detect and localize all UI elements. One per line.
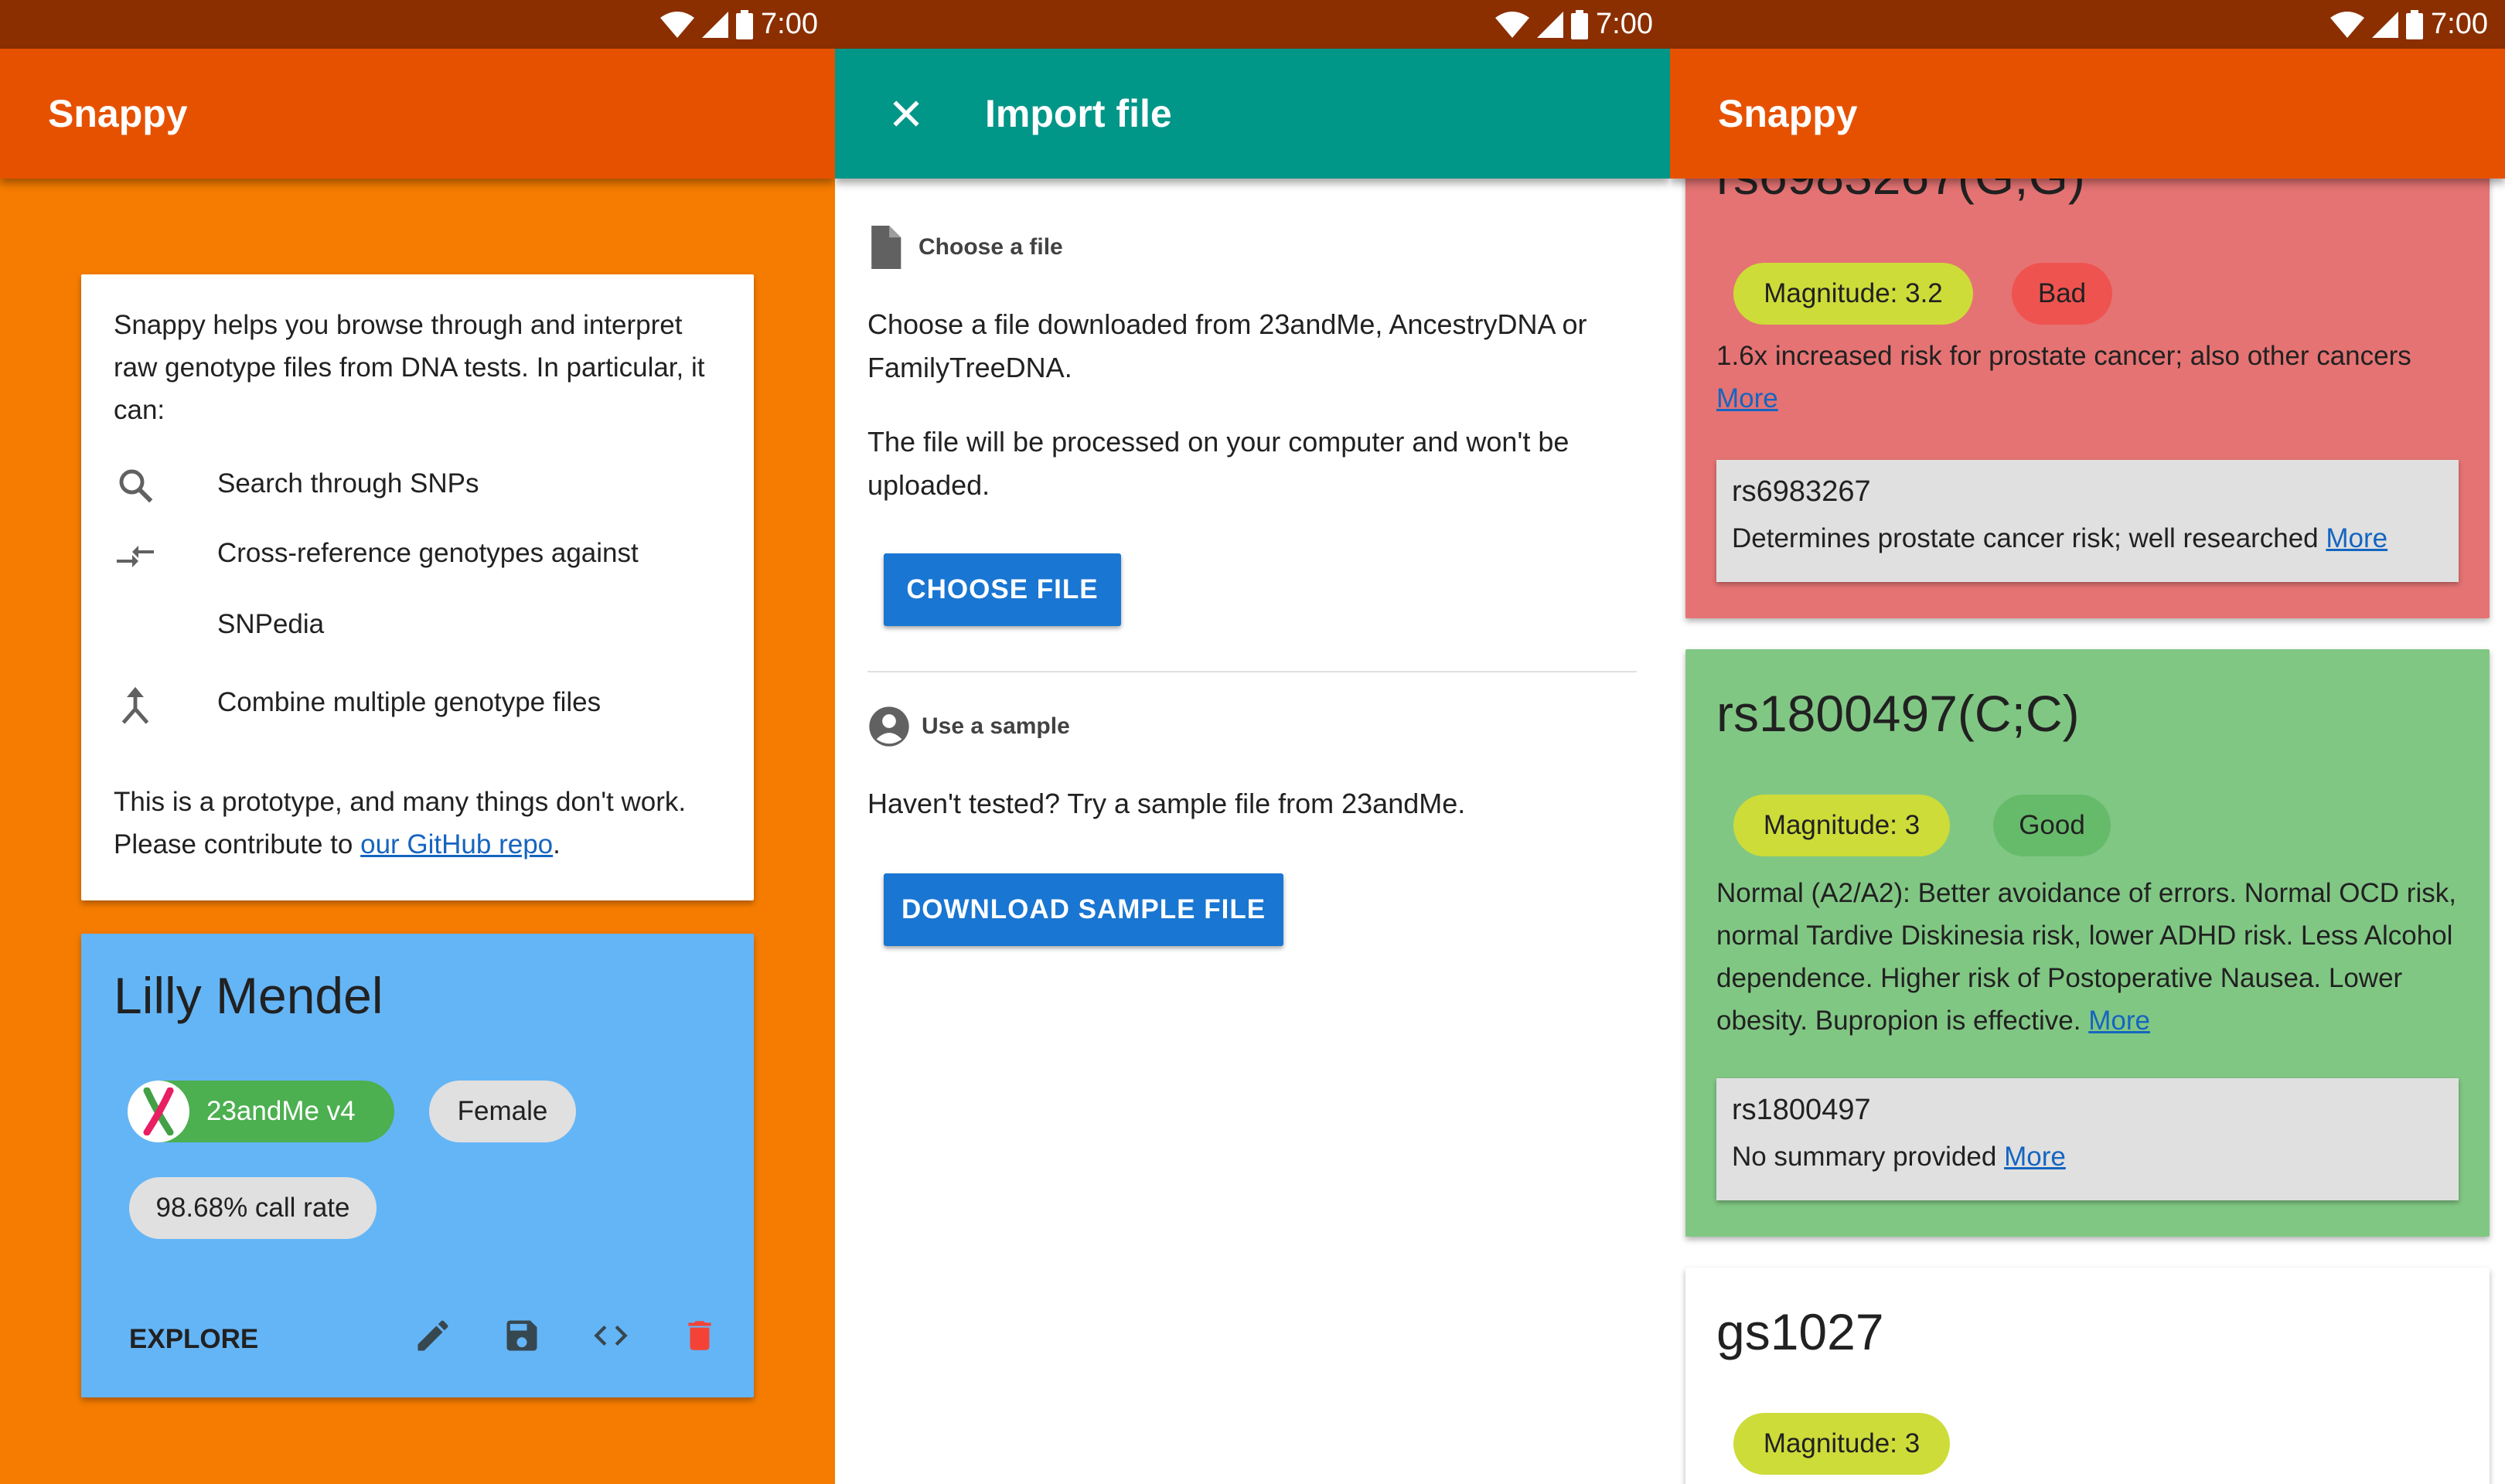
snpedia-subcard[interactable]: rs1800497 No summary provided More [1716, 1078, 2459, 1200]
sub-snp-text: No summary provided More [1732, 1142, 2066, 1173]
divider [867, 671, 1637, 672]
snp-summary-text: 1.6x increased risk for prostate cancer;… [1716, 341, 2411, 371]
use-sample-heading-label: Use a sample [922, 713, 1070, 739]
snp-summary-text: Normal (A2/A2): Better avoidance of erro… [1716, 878, 2456, 1036]
sub-snp-id: rs6983267 [1732, 475, 1871, 508]
magnitude-pill: Magnitude: 3 [1733, 1413, 1950, 1475]
app-bar: Snappy [1670, 49, 2505, 179]
compare-arrows-icon [112, 533, 158, 580]
use-sample-heading: Use a sample [867, 705, 1070, 748]
dialog-title: Import file [985, 92, 1172, 135]
sample-text: Haven't tested? Try a sample file from 2… [867, 788, 1466, 819]
status-bar: 7:00 [835, 0, 1670, 49]
home-screen: 7:00 Snappy Snappy helps you browse thro… [0, 0, 835, 1484]
save-icon[interactable] [495, 1309, 549, 1363]
snp-card[interactable]: rs1800497(C;C) Magnitude: 3 Good Normal … [1685, 649, 2490, 1237]
magnitude-pill: Magnitude: 3.2 [1733, 263, 1973, 325]
app-title: Snappy [1718, 92, 1858, 135]
23andme-logo-icon [128, 1081, 189, 1142]
more-link[interactable]: More [2004, 1142, 2066, 1172]
profile-name: Lilly Mendel [114, 967, 383, 1024]
feature-label: Cross-reference genotypes against [217, 538, 639, 568]
snp-summary: Normal (A2/A2): Better avoidance of erro… [1716, 872, 2478, 1042]
file-icon [871, 226, 901, 269]
status-bar: 7:00 [1670, 0, 2505, 49]
close-icon[interactable] [883, 90, 929, 137]
sub-snp-text: Determines prostate cancer risk; well re… [1732, 523, 2387, 554]
battery-icon [2406, 9, 2424, 39]
snpedia-subcard[interactable]: rs6983267 Determines prostate cancer ris… [1716, 460, 2459, 582]
merge-icon [112, 682, 158, 729]
intro-card: Snappy helps you browse through and inte… [81, 274, 754, 900]
signal-icon [1537, 11, 1564, 38]
snp-summary: 1.6x increased risk for prostate cancer;… [1716, 335, 2474, 420]
source-chip[interactable]: 23andMe v4 [128, 1081, 394, 1142]
call-rate-chip[interactable]: 98.68% call rate [129, 1177, 377, 1239]
processing-note: The file will be processed on your compu… [867, 426, 1569, 501]
source-chip-label: 23andMe v4 [206, 1096, 356, 1126]
sub-snp-summary: No summary provided [1732, 1142, 1997, 1172]
account-circle-icon [869, 706, 909, 747]
edit-icon[interactable] [406, 1309, 460, 1363]
profile-card: Lilly Mendel 23andMe v4 Female 98.68% ca… [81, 934, 754, 1397]
app-bar: Snappy [0, 49, 835, 179]
feature-combine: Combine multiple genotype files [112, 682, 731, 729]
feature-label: Combine multiple genotype files [217, 687, 602, 717]
sub-snp-summary: Determines prostate cancer risk; well re… [1732, 523, 2319, 553]
battery-icon [736, 9, 754, 39]
verdict-pill: Bad [2012, 263, 2112, 325]
app-title: Snappy [48, 92, 188, 135]
more-link[interactable]: More [2088, 1006, 2150, 1036]
search-icon [112, 462, 158, 509]
github-link[interactable]: our GitHub repo [360, 829, 553, 859]
download-sample-button[interactable]: DOWNLOAD SAMPLE FILE [884, 873, 1283, 946]
sex-chip[interactable]: Female [429, 1081, 576, 1142]
import-screen: 7:00 Import file Choose a file Choose a … [835, 0, 1670, 1484]
intro-text: Snappy helps you browse through and inte… [114, 310, 705, 425]
sub-snp-id: rs1800497 [1732, 1094, 1871, 1126]
snp-title: gs1027 [1716, 1303, 1884, 1360]
feature-search: Search through SNPs [112, 462, 731, 509]
more-link[interactable]: More [1716, 383, 1778, 414]
signal-icon [2372, 11, 2399, 38]
footer-text: This is a prototype, and many things don… [114, 787, 687, 817]
wifi-icon [2330, 11, 2365, 38]
wifi-icon [660, 11, 695, 38]
status-bar: 7:00 [0, 0, 835, 49]
choose-file-heading: Choose a file [867, 226, 1063, 269]
feature-label: Search through SNPs [217, 468, 479, 499]
delete-icon[interactable] [673, 1309, 727, 1363]
wifi-icon [1495, 11, 1530, 38]
explore-button[interactable]: EXPLORE [129, 1324, 258, 1355]
more-link[interactable]: More [2326, 523, 2387, 553]
app-bar: Import file [835, 49, 1670, 179]
choose-file-text: Choose a file downloaded from 23andMe, A… [867, 308, 1587, 383]
footer-text-2: Please contribute to [114, 829, 353, 859]
code-icon[interactable] [584, 1309, 638, 1363]
snp-title: rs1800497(C;C) [1716, 685, 2080, 742]
magnitude-pill: Magnitude: 3 [1733, 795, 1950, 856]
status-time: 7:00 [2431, 8, 2488, 40]
feature-cross-reference: Cross-reference genotypes against SNPedi… [112, 533, 731, 639]
signal-icon [702, 11, 729, 38]
snp-card[interactable]: gs1027 Magnitude: 3 [1685, 1268, 2490, 1484]
battery-icon [1571, 9, 1589, 39]
results-screen: 7:00 Snappy rs6983267(G;G) Magnitude: 3.… [1670, 0, 2505, 1484]
feature-label-line2: SNPedia [217, 609, 325, 639]
choose-file-heading-label: Choose a file [918, 234, 1063, 260]
footer-end: . [553, 829, 561, 859]
intro-footer: This is a prototype, and many things don… [114, 781, 740, 866]
status-time: 7:00 [761, 8, 818, 40]
status-time: 7:00 [1596, 8, 1653, 40]
verdict-pill: Good [1993, 795, 2111, 856]
choose-file-button[interactable]: CHOOSE FILE [884, 553, 1121, 626]
